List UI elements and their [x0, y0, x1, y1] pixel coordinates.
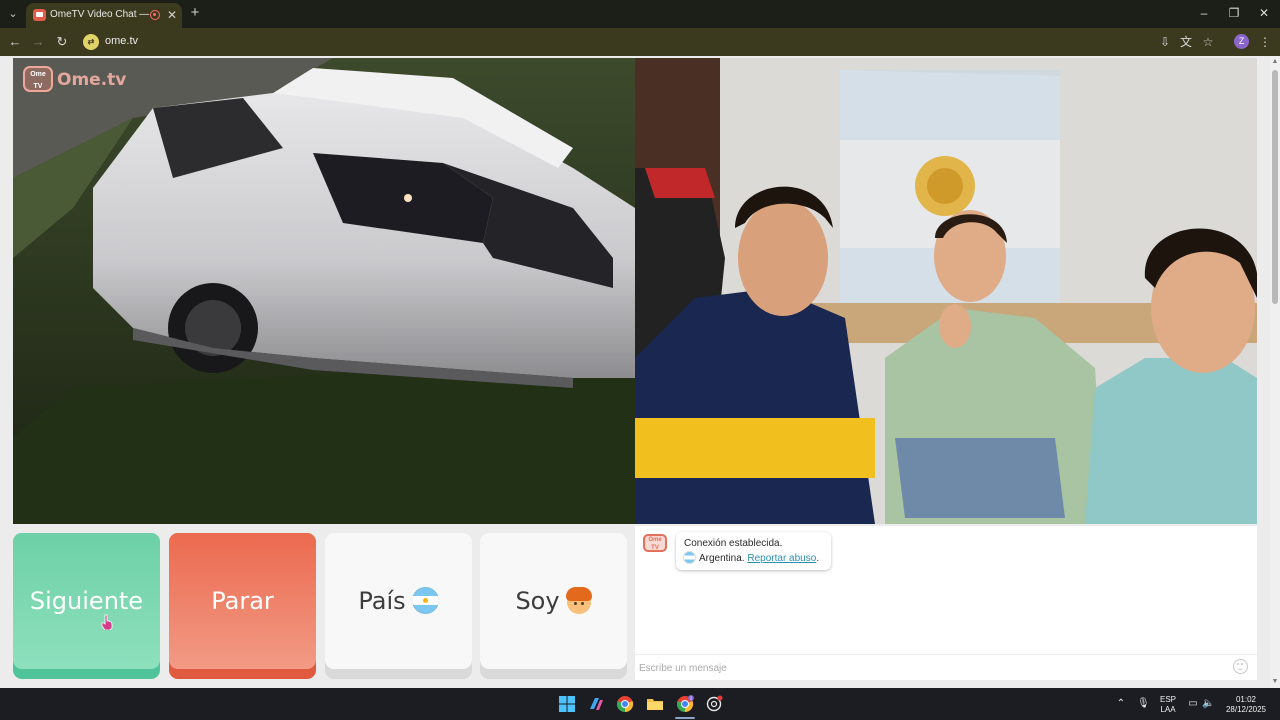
- scroll-down-arrow-icon[interactable]: ▼: [1270, 678, 1280, 686]
- remote-video-frame: [635, 58, 1257, 524]
- argentina-flag-small-icon: [684, 551, 695, 563]
- browser-tab-ometv[interactable]: OmeTV Video Chat — Ome ✕: [26, 3, 182, 28]
- partner-country-line: Argentina. Reportar abuso.: [684, 551, 820, 564]
- page-scrollbar[interactable]: ▲ ▼: [1270, 56, 1280, 688]
- chrome-profile-icon[interactable]: 2: [676, 695, 694, 713]
- windows-start-icon[interactable]: [558, 695, 576, 713]
- local-video-frame: [13, 58, 635, 524]
- hand-cursor-icon: [101, 614, 113, 630]
- site-info-icon[interactable]: ⇄: [83, 34, 99, 50]
- clock-time: 01:02: [1235, 695, 1257, 704]
- chrome-icon[interactable]: [616, 695, 634, 713]
- country-button-label: País: [358, 587, 406, 615]
- smiley-icon[interactable]: [1233, 659, 1248, 674]
- browser-tab-strip: ⌄ OmeTV Video Chat — Ome ✕ + – ❐ ✕: [0, 0, 1280, 28]
- volume-icon[interactable]: 🔈: [1202, 698, 1214, 710]
- country-filter-button[interactable]: País: [325, 533, 472, 679]
- minimize-window-button[interactable]: –: [1194, 5, 1214, 21]
- language-line1: ESP: [1159, 695, 1176, 704]
- ometv-chat-avatar-icon: Ome TV: [643, 534, 667, 552]
- profile-avatar[interactable]: Z: [1234, 34, 1249, 49]
- ometv-favicon-icon: [33, 9, 46, 21]
- stop-button-label: Parar: [211, 587, 274, 615]
- translate-icon[interactable]: 文: [1178, 34, 1194, 50]
- report-abuse-link[interactable]: Reportar abuso: [747, 553, 816, 564]
- forward-arrow-icon[interactable]: →: [29, 33, 47, 51]
- gender-button-content: Soy: [480, 586, 627, 615]
- tab-close-button[interactable]: ✕: [165, 7, 179, 23]
- boy-emoji-icon: [565, 586, 592, 614]
- argentina-flag-icon: [411, 586, 439, 614]
- next-button[interactable]: Siguiente: [13, 533, 160, 679]
- tab-search-icon[interactable]: ⌄: [4, 5, 22, 23]
- chatgpt-icon[interactable]: [705, 695, 723, 713]
- local-video: Ome TV Ome.tv: [13, 58, 635, 524]
- next-button-face: Siguiente: [13, 533, 160, 669]
- chat-avatar-line2: TV: [651, 545, 659, 551]
- recording-indicator-icon: [150, 10, 160, 20]
- file-explorer-icon[interactable]: [646, 695, 664, 713]
- logo-badge-line2: TV: [33, 83, 43, 90]
- logo-text: Ome.tv: [57, 70, 127, 90]
- install-app-icon[interactable]: ⇩: [1157, 34, 1173, 50]
- remote-video: [635, 58, 1257, 524]
- input-language[interactable]: ESP LAA: [1156, 695, 1180, 715]
- stop-button-face: Parar: [169, 533, 316, 669]
- gender-button-face: Soy: [480, 533, 627, 669]
- microphone-icon[interactable]: 🎙: [1137, 698, 1150, 710]
- network-icon[interactable]: ▭: [1187, 698, 1199, 710]
- partner-country-text: Argentina.: [699, 553, 745, 564]
- url-text[interactable]: ome.tv: [105, 35, 138, 47]
- system-message-bubble: Conexión establecida. Argentina. Reporta…: [676, 532, 831, 570]
- windows-taskbar: 2 ⌃ 🎙 ESP LAA ▭ 🔈 01:02 28/12/2025: [0, 688, 1280, 720]
- logo-badge-line1: Ome: [30, 71, 46, 78]
- bookmark-star-icon[interactable]: ☆: [1200, 34, 1216, 50]
- reload-icon[interactable]: ↻: [53, 33, 71, 51]
- back-arrow-icon[interactable]: ←: [6, 33, 24, 51]
- restore-window-button[interactable]: ❐: [1224, 5, 1244, 21]
- gender-button-label: Soy: [515, 587, 560, 615]
- scroll-up-arrow-icon[interactable]: ▲: [1270, 58, 1280, 66]
- new-tab-button[interactable]: +: [187, 5, 203, 21]
- gender-button[interactable]: Soy: [480, 533, 627, 679]
- chat-message-input[interactable]: [639, 658, 1224, 678]
- browser-menu-icon[interactable]: ⋮: [1257, 34, 1273, 50]
- close-window-button[interactable]: ✕: [1254, 5, 1274, 21]
- browser-toolbar: ← → ↻ ⇄ ome.tv ⇩ 文 ☆ Z ⋮: [0, 28, 1280, 56]
- ometv-logo-icon: Ome TV: [23, 66, 53, 92]
- show-hidden-icons-icon[interactable]: ⌃: [1115, 698, 1127, 710]
- active-app-indicator: [675, 717, 695, 719]
- copilot-icon[interactable]: [587, 695, 605, 713]
- connection-status-text: Conexión establecida.: [684, 538, 783, 549]
- tab-title: OmeTV Video Chat — Ome: [50, 9, 150, 20]
- country-button-content: País: [325, 586, 472, 615]
- stop-button[interactable]: Parar: [169, 533, 316, 679]
- chat-input-bar: [635, 654, 1257, 680]
- ometv-page: Ome TV Ome.tv Siguiente Parar País Soy O…: [0, 56, 1270, 688]
- scroll-thumb[interactable]: [1272, 70, 1278, 304]
- country-button-face: País: [325, 533, 472, 669]
- address-bar[interactable]: ⇄ ome.tv: [80, 31, 1150, 53]
- clock-date: 28/12/2025: [1225, 705, 1267, 714]
- chat-avatar-line1: Ome: [648, 537, 662, 543]
- clock[interactable]: 01:02 28/12/2025: [1220, 695, 1272, 715]
- language-line2: LAA: [1160, 705, 1176, 714]
- report-suffix: .: [816, 553, 820, 564]
- chat-panel: Ome TV Conexión establecida. Argentina. …: [635, 526, 1257, 680]
- next-button-label: Siguiente: [29, 587, 144, 615]
